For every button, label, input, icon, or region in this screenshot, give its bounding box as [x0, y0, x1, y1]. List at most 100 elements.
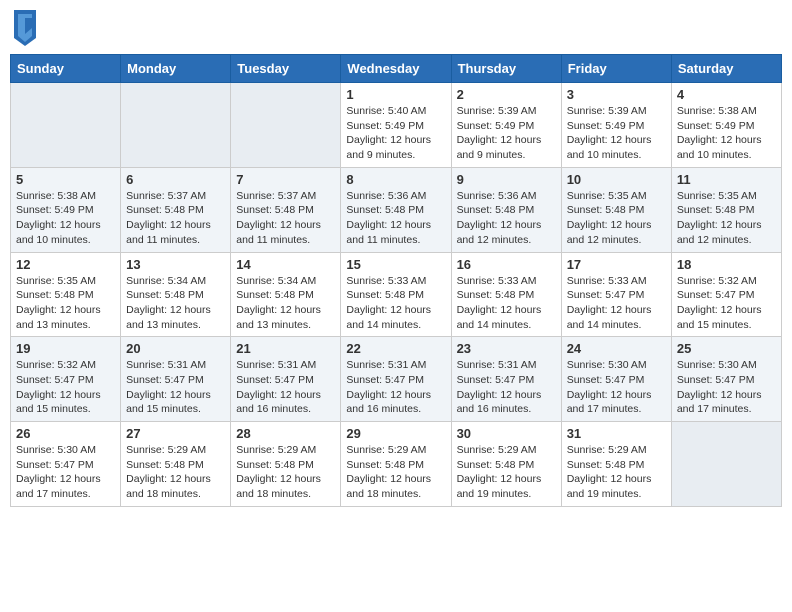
sunset-label: Sunset: 5:48 PM [126, 459, 204, 471]
day-number: 28 [236, 426, 335, 441]
sunrise-label: Sunrise: 5:29 AM [457, 444, 537, 456]
day-number: 23 [457, 341, 556, 356]
day-number: 26 [16, 426, 115, 441]
calendar-cell: 15Sunrise: 5:33 AMSunset: 5:48 PMDayligh… [341, 252, 451, 337]
day-number: 31 [567, 426, 666, 441]
daylight-label: Daylight: 12 hours and 17 minutes. [567, 389, 652, 416]
daylight-label: Daylight: 12 hours and 13 minutes. [126, 304, 211, 331]
calendar-table: SundayMondayTuesdayWednesdayThursdayFrid… [10, 54, 782, 507]
day-number: 14 [236, 257, 335, 272]
day-number: 30 [457, 426, 556, 441]
calendar-cell: 24Sunrise: 5:30 AMSunset: 5:47 PMDayligh… [561, 337, 671, 422]
daylight-label: Daylight: 12 hours and 12 minutes. [457, 219, 542, 246]
daylight-label: Daylight: 12 hours and 14 minutes. [567, 304, 652, 331]
day-number: 15 [346, 257, 445, 272]
sunrise-label: Sunrise: 5:34 AM [236, 275, 316, 287]
sunrise-label: Sunrise: 5:33 AM [346, 275, 426, 287]
sunset-label: Sunset: 5:48 PM [236, 289, 314, 301]
sunset-label: Sunset: 5:48 PM [567, 204, 645, 216]
sunrise-label: Sunrise: 5:31 AM [346, 359, 426, 371]
col-header-friday: Friday [561, 55, 671, 83]
calendar-cell: 23 Sunrise: 5:31 AMSunset: 5:47 PMDayligh… [451, 337, 561, 422]
calendar-cell: 25Sunrise: 5:30 AMSunset: 5:47 PMDayligh… [671, 337, 781, 422]
sunrise-label: Sunrise: 5:35 AM [567, 190, 647, 202]
cell-content: Sunrise: 5:30 AMSunset: 5:47 PMDaylight:… [567, 358, 666, 417]
daylight-label: Daylight: 12 hours and 17 minutes. [16, 473, 101, 500]
day-number: 12 [16, 257, 115, 272]
calendar-cell: 20Sunrise: 5:31 AMSunset: 5:47 PMDayligh… [121, 337, 231, 422]
cell-content: Sunrise: 5:37 AMSunset: 5:48 PMDaylight:… [126, 189, 225, 248]
calendar-cell: 4Sunrise: 5:38 AMSunset: 5:49 PMDaylight… [671, 83, 781, 168]
cell-content: Sunrise: 5:33 AMSunset: 5:48 PMDaylight:… [457, 274, 556, 333]
cell-content: Sunrise: 5:34 AM Sunset: 5:48 PM Daylight:… [236, 274, 335, 333]
daylight-label: Daylight: 12 hours and 15 minutes. [126, 389, 211, 416]
day-number: 8 [346, 172, 445, 187]
sunrise-label: Sunrise: 5:30 AM [677, 359, 757, 371]
cell-content: Sunrise: 5:38 AMSunset: 5:49 PMDaylight:… [677, 104, 776, 163]
daylight-label: Daylight: 12 hours and 13 minutes. [16, 304, 101, 331]
sunset-label: Sunset: 5:49 PM [346, 120, 424, 132]
sunrise-label: Sunrise: 5:29 AM [236, 444, 316, 456]
cell-content: Sunrise: 5:39 AMSunset: 5:49 PMDaylight:… [567, 104, 666, 163]
day-number: 1 [346, 87, 445, 102]
cell-content: Sunrise: 5:31 AMSunset: 5:47 PMDaylight:… [236, 358, 335, 417]
cell-content: Sunrise: 5:31 AMSunset: 5:47 PMDaylight:… [457, 358, 556, 417]
sunrise-label: Sunrise: 5:35 AM [677, 190, 757, 202]
calendar-cell: 9Sunrise: 5:36 AMSunset: 5:48 PMDaylight… [451, 167, 561, 252]
calendar-cell: 18Sunrise: 5:32 AMSunset: 5:47 PMDayligh… [671, 252, 781, 337]
sunrise-label: Sunrise: 5:33 AM [457, 275, 537, 287]
cell-content: Sunrise: 5:35 AMSunset: 5:48 PMDaylight:… [677, 189, 776, 248]
calendar-cell: 14 Sunrise: 5:34 AM Sunset: 5:48 PM Dayligh… [231, 252, 341, 337]
cell-content: Sunrise: 5:34 AMSunset: 5:48 PMDaylight:… [126, 274, 225, 333]
page-header [10, 10, 782, 46]
cell-content: Sunrise: 5:40 AMSunset: 5:49 PMDaylight:… [346, 104, 445, 163]
calendar-cell: 13 Sunrise: 5:34 AMSunset: 5:48 PMDayligh… [121, 252, 231, 337]
day-number: 22 [346, 341, 445, 356]
sunrise-label: Sunrise: 5:36 AM [346, 190, 426, 202]
day-number: 13 [126, 257, 225, 272]
cell-content: Sunrise: 5:35 AMSunset: 5:48 PMDaylight:… [16, 274, 115, 333]
day-number: 27 [126, 426, 225, 441]
sunset-label: Sunset: 5:49 PM [677, 120, 755, 132]
calendar-cell: 29 Sunrise: 5:29 AMSunset: 5:48 PMDayligh… [341, 422, 451, 507]
col-header-sunday: Sunday [11, 55, 121, 83]
cell-content: Sunrise: 5:30 AMSunset: 5:47 PMDaylight:… [16, 443, 115, 502]
day-number: 20 [126, 341, 225, 356]
calendar-cell: 28Sunrise: 5:29 AMSunset: 5:48 PMDayligh… [231, 422, 341, 507]
week-row-5: 26 Sunrise: 5:30 AMSunset: 5:47 PMDayligh… [11, 422, 782, 507]
cell-content: Sunrise: 5:38 AMSunset: 5:49 PMDaylight:… [16, 189, 115, 248]
sunrise-label: Sunrise: 5:29 AM [126, 444, 206, 456]
sunrise-label: Sunrise: 5:31 AM [126, 359, 206, 371]
daylight-label: Daylight: 12 hours and 15 minutes. [16, 389, 101, 416]
daylight-label: Daylight: 12 hours and 18 minutes. [236, 473, 321, 500]
col-header-tuesday: Tuesday [231, 55, 341, 83]
daylight-label: Daylight: 12 hours and 10 minutes. [16, 219, 101, 246]
week-row-3: 12 Sunrise: 5:35 AMSunset: 5:48 PMDayligh… [11, 252, 782, 337]
sunset-label: Sunset: 5:49 PM [16, 204, 94, 216]
day-number: 16 [457, 257, 556, 272]
week-row-4: 19Sunrise: 5:32 AMSunset: 5:47 PMDayligh… [11, 337, 782, 422]
col-header-monday: Monday [121, 55, 231, 83]
daylight-label: Daylight: 12 hours and 19 minutes. [457, 473, 542, 500]
daylight-label: Daylight: 12 hours and 13 minutes. [236, 304, 321, 331]
sunrise-label: Sunrise: 5:30 AM [567, 359, 647, 371]
calendar-cell: 22Sunrise: 5:31 AMSunset: 5:47 PMDayligh… [341, 337, 451, 422]
daylight-label: Daylight: 12 hours and 12 minutes. [677, 219, 762, 246]
header-row: SundayMondayTuesdayWednesdayThursdayFrid… [11, 55, 782, 83]
sunrise-label: Sunrise: 5:39 AM [457, 105, 537, 117]
daylight-label: Daylight: 12 hours and 14 minutes. [457, 304, 542, 331]
calendar-cell [121, 83, 231, 168]
calendar-cell [671, 422, 781, 507]
calendar-cell: 21Sunrise: 5:31 AMSunset: 5:47 PMDayligh… [231, 337, 341, 422]
cell-content: Sunrise: 5:29 AMSunset: 5:48 PMDaylight:… [567, 443, 666, 502]
cell-content: Sunrise: 5:36 AMSunset: 5:48 PMDaylight:… [457, 189, 556, 248]
cell-content: Sunrise: 5:29 AMSunset: 5:48 PMDaylight:… [346, 443, 445, 502]
daylight-label: Daylight: 12 hours and 18 minutes. [346, 473, 431, 500]
day-number: 2 [457, 87, 556, 102]
sunset-label: Sunset: 5:48 PM [236, 204, 314, 216]
daylight-label: Daylight: 12 hours and 10 minutes. [677, 134, 762, 161]
day-number: 29 [346, 426, 445, 441]
calendar-cell: 16 Sunrise: 5:33 AMSunset: 5:48 PMDayligh… [451, 252, 561, 337]
cell-content: Sunrise: 5:37 AMSunset: 5:48 PMDaylight:… [236, 189, 335, 248]
sunset-label: Sunset: 5:48 PM [346, 459, 424, 471]
